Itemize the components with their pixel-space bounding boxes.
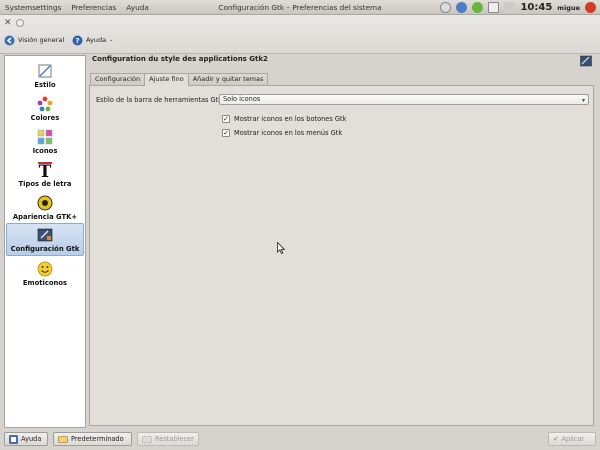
checkbox-buttons-label: Mostrar iconos en los botones Gtk [234,114,347,123]
menu-systemsettings[interactable]: Systemsettings [0,3,66,12]
sidebar-item-label: Emoticonos [22,279,68,287]
apply-button-label: Aplicar [561,435,585,443]
system-tray: 10:45 migue [440,1,596,14]
toolbar: ✕ Visión general ? Ayuda ⌄ [0,15,600,54]
sidebar-item-configuracion-gtk[interactable]: Configuración Gtk [6,223,84,256]
fonts-icon: T [37,161,54,178]
power-icon[interactable] [585,2,596,13]
checkmark-icon: ✔ [553,435,559,443]
tab-bar: Configuración Ajuste fino Añadir y quita… [90,73,269,86]
help-button-label: Ayuda [21,435,42,443]
sidebar-item-label: Apariencia GTK+ [12,213,78,221]
tab-anadir-quitar-temas[interactable]: Añadir y quitar temas [187,73,269,85]
sidebar-item-iconos[interactable]: Iconos [6,124,84,157]
apply-button[interactable]: ✔ Aplicar [548,432,596,446]
sidebar-item-tipos-de-letra[interactable]: T Tipos de letra [6,157,84,190]
svg-text:T: T [39,162,52,178]
top-panel: Systemsettings Preferencias Ayuda Config… [0,0,600,15]
volume-icon[interactable] [504,2,516,13]
icons-icon [37,128,54,145]
mouse-cursor-icon [277,242,285,254]
checkbox-menus-icons[interactable]: ✓ [222,128,230,137]
emoticons-icon [37,260,54,277]
toolbar-style-value: Solo iconos [223,95,261,103]
user-name[interactable]: migue [557,4,580,12]
sidebar-item-emoticonos[interactable]: Emoticonos [6,256,84,289]
updates-icon[interactable] [456,2,468,13]
help-label: Ayuda [86,36,107,44]
gtk-config-icon [37,226,54,243]
svg-text:?: ? [75,37,79,45]
gtk-config-corner-icon [580,55,592,67]
defaults-button[interactable]: Predeterminado [53,432,132,446]
check-row-buttons[interactable]: ✓ Mostrar iconos en los botones Gtk [222,114,346,123]
minimize-icon[interactable] [16,19,24,27]
reset-button[interactable]: Restablecer [137,432,199,446]
tab-pane: Estilo de la barra de herramientas Gtk S… [89,85,594,426]
check-row-menus[interactable]: ✓ Mostrar iconos en los menús Gtk [222,128,342,137]
toolbar-style-select[interactable]: Solo iconos ▾ [219,94,589,105]
help-icon: ? [72,35,83,45]
help-button[interactable]: Ayuda [4,432,48,446]
gtk-appearance-icon [37,194,54,211]
menu-ayuda[interactable]: Ayuda [121,3,154,12]
defaults-icon [58,435,68,443]
sidebar: Estilo Colores Iconos T Tipos de letra A… [4,55,86,428]
sidebar-item-label: Colores [30,114,60,122]
sidebar-item-colores[interactable]: Colores [6,91,84,124]
back-arrow-icon [4,35,15,45]
checkbox-menus-label: Mostrar iconos en los menús Gtk [234,128,343,137]
chevron-down-icon: ▾ [581,97,585,104]
network-icon[interactable] [440,2,452,13]
sidebar-item-apariencia-gtk[interactable]: Apariencia GTK+ [6,190,84,223]
clock[interactable]: 10:45 [520,2,552,13]
close-icon[interactable]: ✕ [4,18,12,28]
page-title: Configuration du style des applications … [92,55,268,63]
sidebar-item-label: Iconos [32,147,58,155]
overview-label: Visión general [18,36,65,44]
main-content: Configuration du style des applications … [89,55,596,428]
style-icon [37,62,54,79]
bottom-button-bar: Ayuda Predeterminado Restablecer ✔ Aplic… [0,430,600,450]
reset-button-label: Restablecer [155,435,194,443]
tab-ajuste-fino[interactable]: Ajuste fino [144,73,189,86]
menu-preferencias[interactable]: Preferencias [66,3,121,12]
sidebar-item-estilo[interactable]: Estilo [6,58,84,91]
mail-icon[interactable] [488,2,500,13]
sidebar-item-label: Tipos de letra [18,180,72,188]
help-book-icon [9,434,18,444]
chevron-down-icon: ⌄ [109,37,114,43]
overview-button[interactable]: Visión general [4,33,64,47]
tab-configuracion[interactable]: Configuración [90,73,146,85]
sidebar-item-label: Estilo [34,81,56,89]
defaults-button-label: Predeterminado [71,435,124,443]
help-menu-button[interactable]: ? Ayuda ⌄ [72,33,113,47]
checkbox-buttons-icons[interactable]: ✓ [222,114,230,123]
toolbar-style-label: Estilo de la barra de herramientas Gtk [96,96,223,104]
colors-icon [37,95,54,112]
reset-icon [142,435,152,443]
sidebar-item-label: Configuración Gtk [10,245,80,253]
green-tray-icon[interactable] [472,2,484,13]
